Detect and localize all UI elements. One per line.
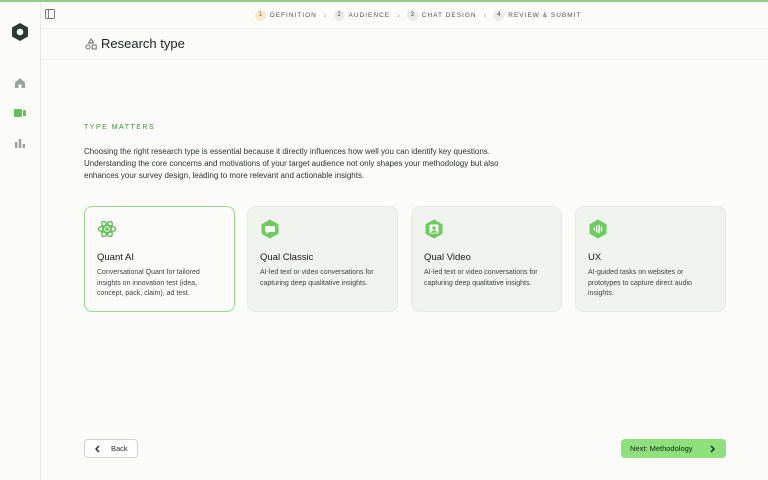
research-type-card-ux[interactable]: UX AI-guided tasks on websites or protot… [575,206,726,312]
step-number: 4 [493,9,505,21]
step-number: 3 [406,9,418,21]
topbar: 1 Definition › 2 Audience › 3 Chat Desig… [41,2,768,29]
step-chat-design[interactable]: 3 Chat Design [406,9,477,21]
progress-stepper: 1 Definition › 2 Audience › 3 Chat Desig… [255,8,581,22]
audio-wave-icon [589,219,607,239]
step-number: 2 [333,9,345,21]
next-methodology-button[interactable]: Next: Methodology [621,439,726,458]
step-definition[interactable]: 1 Definition [255,9,317,21]
card-title: Quant AI [97,252,134,263]
step-audience[interactable]: 2 Audience [333,9,391,21]
section-label: Type matters [84,124,156,131]
step-label: Definition [270,11,317,19]
research-type-card-qual-video[interactable]: Qual Video AI-led text or video conversa… [411,206,562,312]
panel-toggle-icon[interactable] [45,9,55,19]
survey-icon[interactable] [13,106,27,120]
card-description: Conversational Quant for tailored insigh… [97,269,200,297]
logo-icon[interactable] [12,23,28,41]
section-description: Choosing the right research type is esse… [84,147,499,180]
video-person-icon [425,219,443,239]
sidebar [0,2,41,480]
chevron-right-icon: › [483,10,487,20]
stats-icon[interactable] [13,136,27,150]
card-title: Qual Classic [260,252,314,263]
card-title: UX [588,252,602,263]
card-description: AI-guided tasks on websites or prototype… [588,269,692,297]
research-type-card-qual-classic[interactable]: Qual Classic AI-led text or video conver… [247,206,398,312]
card-description: AI-led text or video conversations for c… [260,269,374,287]
step-review-submit[interactable]: 4 Review & Submit [493,9,582,21]
shapes-icon [85,38,97,50]
step-number: 1 [255,9,266,21]
research-type-card-quant-ai[interactable]: Quant AI Conversational Quant for tailor… [84,206,235,312]
step-label: Chat Design [421,11,477,19]
chevron-right-icon [710,445,715,452]
back-button-label: Back [111,444,128,453]
home-icon[interactable] [13,76,27,90]
page-header: Research type [41,30,768,60]
chat-bubble-icon [261,219,279,239]
next-button-label: Next: Methodology [630,444,693,453]
chevron-right-icon: › [397,10,400,20]
atom-icon [97,220,117,238]
card-description: AI-led text or video conversations for c… [424,269,538,287]
page-title: Research type [101,36,185,51]
back-button[interactable]: Back [84,439,138,458]
chevron-right-icon: › [323,10,327,20]
chevron-left-icon [95,445,100,452]
step-label: Review & Submit [508,11,582,19]
step-label: Audience [348,11,391,19]
card-title: Qual Video [424,252,471,263]
